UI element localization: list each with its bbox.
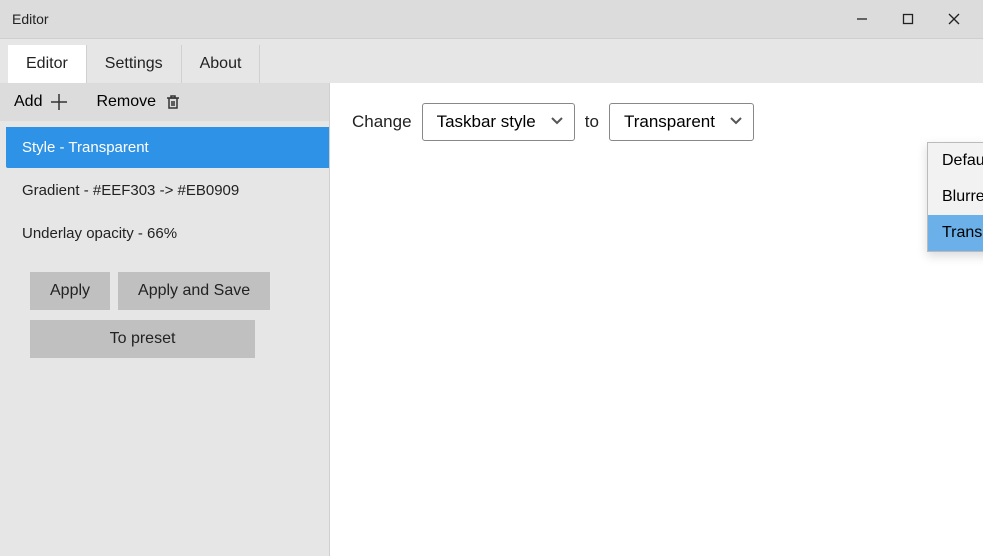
titlebar: Editor: [0, 0, 983, 38]
rule-item[interactable]: Underlay opacity - 66%: [6, 213, 329, 254]
dropdown-option[interactable]: Blurred: [928, 179, 983, 215]
chevron-down-icon: [729, 112, 743, 132]
subject-select-value: Taskbar style: [437, 112, 536, 132]
subject-select[interactable]: Taskbar style: [422, 103, 575, 141]
remove-label: Remove: [96, 93, 156, 111]
dropdown-option[interactable]: Transparent: [928, 215, 983, 251]
plus-icon: [50, 93, 68, 111]
tab-editor[interactable]: Editor: [8, 45, 87, 83]
rules-list: Style - Transparent Gradient - #EEF303 -…: [0, 121, 329, 262]
trash-icon: [164, 93, 182, 111]
tab-bar: Editor Settings About: [0, 38, 983, 83]
main-area: Add Remove Style - Transparent Gradient …: [0, 83, 983, 556]
rule-editor-row: Change Taskbar style to Transparent: [352, 103, 961, 141]
close-icon: [948, 13, 960, 25]
content-area: Change Taskbar style to Transparent Defa…: [330, 83, 983, 556]
maximize-icon: [902, 13, 914, 25]
to-preset-button[interactable]: To preset: [30, 320, 255, 358]
add-label: Add: [14, 93, 42, 111]
sidebar: Add Remove Style - Transparent Gradient …: [0, 83, 330, 556]
window-title: Editor: [12, 11, 839, 27]
window-controls: [839, 0, 977, 38]
rule-item[interactable]: Style - Transparent: [6, 127, 329, 168]
rule-item[interactable]: Gradient - #EEF303 -> #EB0909: [6, 170, 329, 211]
apply-save-button[interactable]: Apply and Save: [118, 272, 270, 310]
sidebar-toolbar: Add Remove: [0, 83, 329, 121]
sidebar-buttons: Apply Apply and Save To preset: [0, 262, 329, 368]
apply-button[interactable]: Apply: [30, 272, 110, 310]
tab-settings[interactable]: Settings: [87, 45, 182, 83]
to-label: to: [585, 112, 599, 132]
value-select-value: Transparent: [624, 112, 715, 132]
minimize-button[interactable]: [839, 0, 885, 38]
add-rule-button[interactable]: Add: [14, 93, 68, 111]
close-button[interactable]: [931, 0, 977, 38]
maximize-button[interactable]: [885, 0, 931, 38]
tab-about[interactable]: About: [182, 45, 261, 83]
change-label: Change: [352, 112, 412, 132]
value-select[interactable]: Transparent: [609, 103, 754, 141]
minimize-icon: [856, 13, 868, 25]
chevron-down-icon: [550, 112, 564, 132]
value-select-dropdown: Default Blurred Transparent: [927, 142, 983, 252]
dropdown-option[interactable]: Default: [928, 143, 983, 179]
remove-rule-button[interactable]: Remove: [96, 93, 182, 111]
